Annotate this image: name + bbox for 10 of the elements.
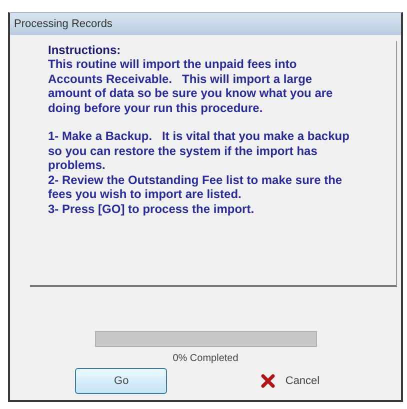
progress-label: 0% Completed (172, 353, 238, 364)
instructions-heading: Instructions: (48, 43, 122, 57)
cancel-button[interactable]: Cancel (255, 368, 326, 394)
instruction-step: 1- Make a Backup. It is vital that you make a backup so you can restore the system if the import has problems. (48, 129, 350, 172)
go-button[interactable]: Go (75, 368, 168, 394)
instruction-step: 3- Press [GO] to process the import. (48, 202, 350, 216)
close-icon (261, 374, 276, 388)
instructions-text: This routine will import the unpaid fees into Accounts Receivable. This will import a large amount of data so be sure you know what you are doing before your run this procedure. (48, 57, 334, 115)
instruction-step: 2- Review the Outstanding Fee list to make sure the fees you wish to import are listed. (48, 172, 350, 202)
window-title: Processing Records (14, 18, 112, 30)
